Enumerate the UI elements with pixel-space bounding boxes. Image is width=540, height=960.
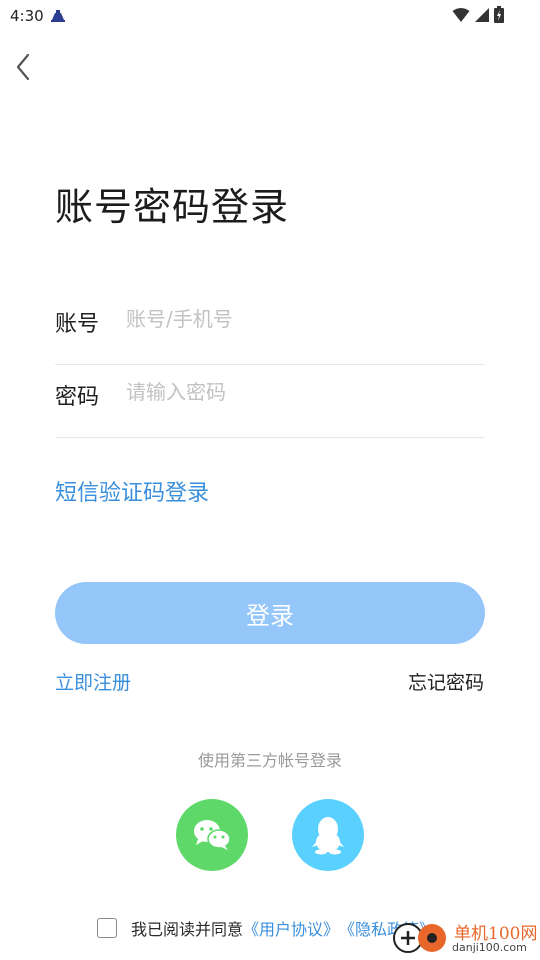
status-bar: 4:30 [0,0,540,32]
page-title: 账号密码登录 [55,185,290,229]
account-field-row: 账号 [55,292,485,365]
wechat-login-button[interactable] [176,799,248,871]
agreement-prefix: 我已阅读并同意 [131,920,244,939]
wifi-icon [452,7,470,22]
watermark-logo-icon [393,923,446,953]
password-field-row: 密码 [55,365,485,438]
sms-login-link[interactable]: 短信验证码登录 [55,475,209,507]
site-watermark: 单机100网 danji100.com [392,916,540,960]
watermark-text-en: danji100.com [452,941,527,954]
status-icons [452,6,504,23]
signal-icon [475,7,489,22]
password-input[interactable] [126,375,476,409]
qq-login-button[interactable] [292,799,364,871]
account-label: 账号 [55,312,100,337]
password-label: 密码 [55,385,100,410]
register-link[interactable]: 立即注册 [55,668,131,695]
chevron-left-icon [16,53,30,81]
app-notification-icon [51,10,65,22]
status-time: 4:30 [10,7,44,25]
user-agreement-link[interactable]: 《用户协议》 [243,916,339,940]
third-party-login-title: 使用第三方帐号登录 [197,751,342,770]
agreement-checkbox[interactable] [97,918,117,938]
qq-icon [312,817,344,855]
agreement-row: 我已阅读并同意 《用户协议》 《隐私政策》 [97,916,435,940]
login-button[interactable]: 登录 [55,582,485,644]
wechat-icon [194,820,231,850]
back-button[interactable] [10,50,40,84]
account-input[interactable] [126,302,476,336]
battery-icon [494,6,504,23]
forgot-password-link[interactable]: 忘记密码 [408,668,484,695]
